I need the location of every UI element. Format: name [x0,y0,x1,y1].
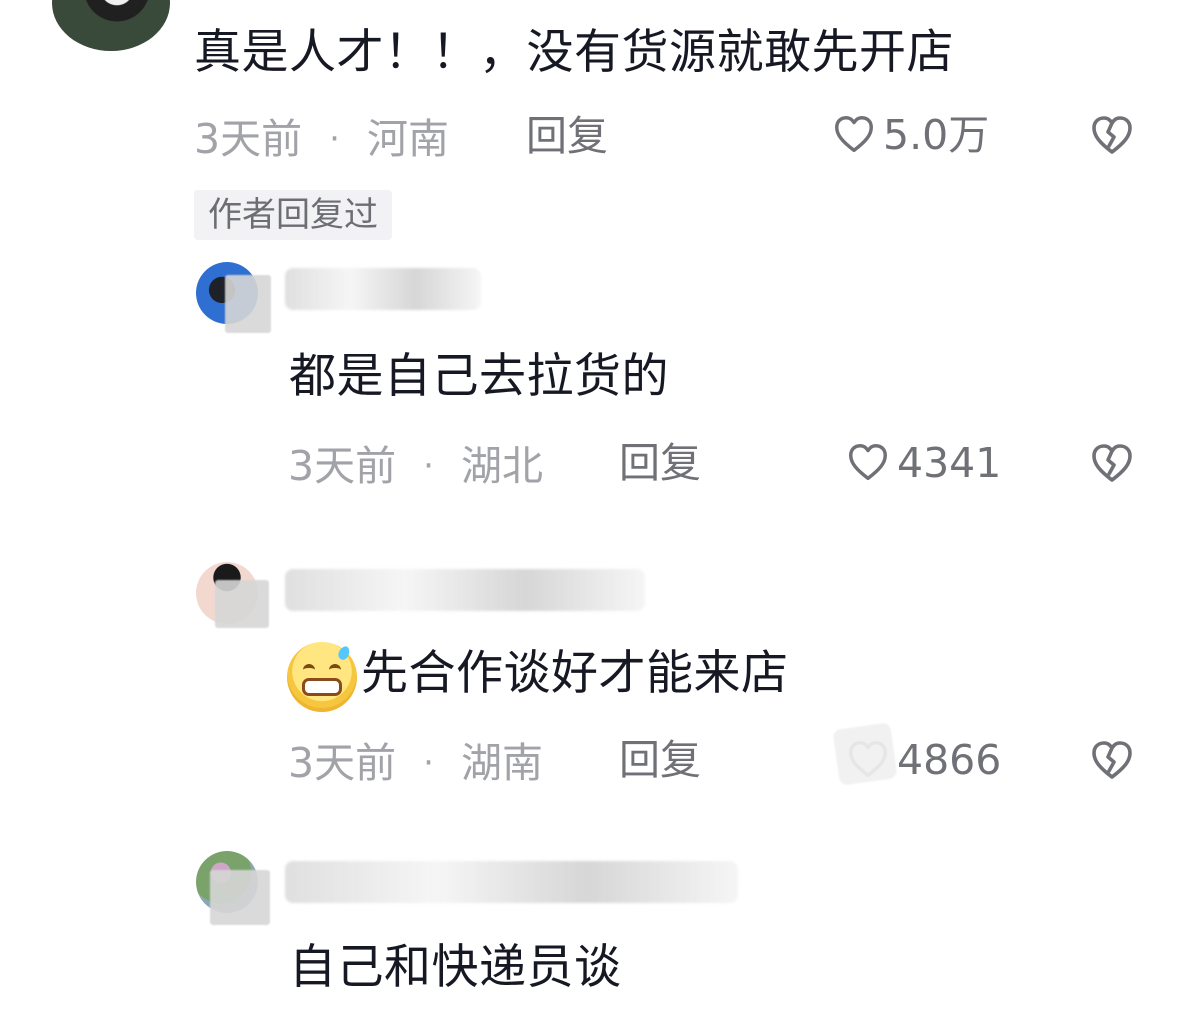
reply-username-blur-1 [285,268,481,310]
emoji-mouth [302,678,342,696]
reply-avatar-blur-3 [210,870,270,925]
reply-like-count-1: 4341 [897,438,1002,487]
main-like-button[interactable]: 5.0万 [831,112,989,158]
emoji-sweat-drop [336,644,352,662]
main-comment-meta: 3天前 · 河南 [194,116,449,160]
broken-heart-icon[interactable] [1088,440,1136,488]
emoji-eye-left [303,664,315,676]
reply-meta-2: 3天前 · 湖南 [288,740,543,784]
reply-button-1[interactable]: 回复 [619,443,701,484]
reply-avatar-blur-1 [225,275,271,333]
reply-separator-1: · [423,446,434,486]
reply-button-2[interactable]: 回复 [619,740,701,781]
reply-separator-2: · [423,743,434,783]
reply-like-count-2: 4866 [897,735,1002,784]
reply-text-1: 都是自己去拉货的 [289,349,669,404]
reply-time-2: 3天前 [288,738,397,787]
main-comment-text: 真是人才！！，没有货源就敢先开店 [194,25,954,80]
reply-location-1: 湖北 [461,441,543,490]
heart-icon [849,444,887,481]
reply-location-2: 湖南 [461,738,543,787]
main-comment-location: 河南 [367,114,449,163]
main-like-count: 5.0万 [883,110,990,159]
reply-text-2: 先合作谈好才能来店 [361,646,789,701]
sweat-grin-emoji-icon [287,642,357,712]
main-commenter-avatar[interactable] [52,0,170,51]
broken-heart-icon[interactable] [1088,112,1136,160]
like-icon-obscuring-smear [832,722,898,786]
reply-username-blur-3 [285,861,738,903]
main-comment-time: 3天前 [194,114,303,163]
reply-time-1: 3天前 [288,441,397,490]
author-replied-badge: 作者回复过 [194,190,392,240]
reply-text-3: 自己和快递员谈 [289,940,622,995]
reply-username-blur-2 [285,569,645,611]
main-reply-button[interactable]: 回复 [526,116,608,157]
main-comment-separator: · [329,119,340,159]
broken-heart-icon[interactable] [1088,737,1136,785]
heart-icon [835,116,873,153]
reply-meta-1: 3天前 · 湖北 [288,443,543,487]
emoji-eye-right [329,664,341,676]
reply-avatar-blur-2 [215,580,269,628]
reply-like-button-1[interactable]: 4341 [845,440,1001,486]
